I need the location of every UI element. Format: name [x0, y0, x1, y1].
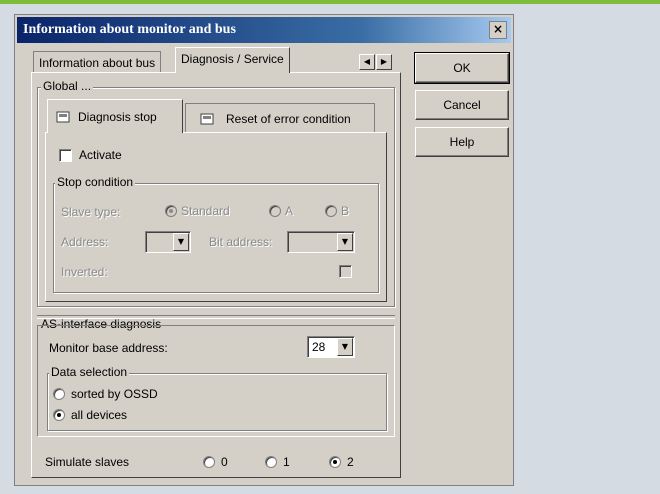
address-label: Address:: [61, 235, 109, 249]
slave-type-b-label: B: [341, 204, 350, 218]
subtab-diagnosis-stop[interactable]: Diagnosis stop: [47, 99, 183, 133]
tab-bus-info[interactable]: Information about bus: [33, 51, 162, 73]
close-button[interactable]: ×: [489, 21, 507, 39]
address-dropdown-arrow-icon[interactable]: ▼: [173, 233, 189, 251]
all-devices-label: all devices: [71, 408, 128, 422]
inverted-checkbox[interactable]: [339, 265, 352, 278]
data-selection-group: [47, 373, 387, 431]
inverted-label: Inverted:: [61, 265, 108, 279]
help-button[interactable]: Help: [415, 127, 509, 157]
top-accent-line: [0, 0, 660, 4]
slave-type-label: Slave type:: [61, 205, 121, 219]
subtab-diagnosis-stop-label: Diagnosis stop: [78, 110, 157, 124]
address-dropdown[interactable]: ▼: [145, 231, 191, 253]
tab-scroll-right-icon[interactable]: ▶: [376, 54, 392, 70]
tab-scroll-left-icon[interactable]: ◀: [359, 54, 375, 70]
slave-type-b-radio[interactable]: [325, 205, 337, 217]
simulate-option-1-label: 1: [283, 455, 290, 469]
reset-error-icon: [200, 113, 214, 125]
simulate-option-2-label: 2: [347, 455, 354, 469]
monitor-base-value: 28: [312, 340, 326, 354]
tab-diagnosis-service[interactable]: Diagnosis / Service: [175, 47, 290, 73]
slave-type-a-radio[interactable]: [269, 205, 281, 217]
cancel-button[interactable]: Cancel: [415, 90, 509, 120]
sorted-by-ossd-radio[interactable]: [53, 388, 65, 400]
ok-button[interactable]: OK: [414, 52, 510, 84]
subtab-reset-error[interactable]: Reset of error condition: [185, 103, 375, 133]
subtab-reset-error-label: Reset of error condition: [226, 112, 351, 126]
all-devices-radio[interactable]: [53, 409, 65, 421]
monitor-base-dropdown-arrow-icon[interactable]: ▼: [337, 338, 353, 356]
simulate-radio-2[interactable]: [329, 456, 341, 468]
dialog-window: Information about monitor and bus × Info…: [14, 14, 514, 486]
stop-condition-label: Stop condition: [55, 175, 136, 189]
slave-type-standard-radio[interactable]: [165, 205, 177, 217]
slave-type-a-label: A: [285, 204, 294, 218]
slave-type-standard-label: Standard: [181, 204, 230, 218]
monitor-base-dropdown[interactable]: 28 ▼: [307, 336, 355, 358]
sorted-by-ossd-label: sorted by OSSD: [71, 387, 158, 401]
activate-checkbox[interactable]: [59, 149, 72, 162]
title-bar[interactable]: Information about monitor and bus ×: [17, 17, 511, 43]
simulate-slaves-label: Simulate slaves: [45, 455, 130, 469]
data-selection-label: Data selection: [49, 365, 130, 379]
simulate-option-0-label: 0: [221, 455, 228, 469]
monitor-base-label: Monitor base address:: [49, 341, 168, 355]
global-group-label: Global ...: [41, 79, 94, 93]
bit-address-dropdown-arrow-icon[interactable]: ▼: [337, 233, 353, 251]
activate-label: Activate: [79, 148, 122, 162]
simulate-radio-0[interactable]: [203, 456, 215, 468]
simulate-radio-1[interactable]: [265, 456, 277, 468]
bit-address-label: Bit address:: [209, 235, 273, 249]
bit-address-dropdown[interactable]: ▼: [287, 231, 355, 253]
window-title: Information about monitor and bus: [23, 22, 236, 37]
diagnosis-stop-icon: [56, 111, 70, 123]
